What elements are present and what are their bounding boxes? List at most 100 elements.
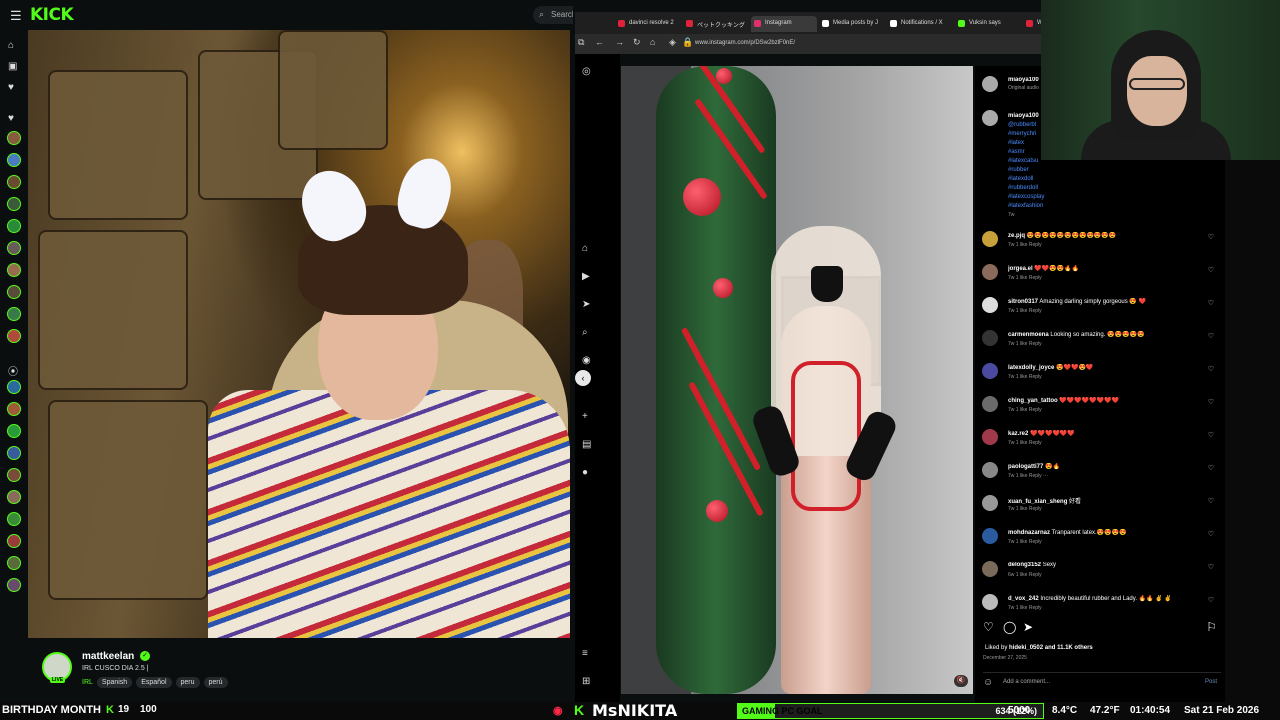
mute-icon[interactable]: 🔇 [954, 675, 968, 687]
like-heart-icon[interactable]: ♡ [1208, 266, 1214, 274]
emoji-picker-icon[interactable]: ☺ [983, 677, 993, 688]
explore-icon[interactable]: ◉ [582, 355, 591, 366]
comment-meta[interactable]: 7w 1 like Reply [1008, 308, 1042, 314]
comment-meta[interactable]: 7w 1 like Reply [1008, 374, 1042, 380]
recommended-channel-avatar[interactable] [7, 424, 21, 438]
stream-video-player[interactable] [28, 30, 570, 638]
recommended-channel-avatar[interactable] [7, 402, 21, 416]
modal-backdrop[interactable] [600, 54, 620, 702]
followed-channel-avatar[interactable] [7, 285, 21, 299]
like-heart-icon[interactable]: ♡ [1208, 299, 1214, 307]
avatar[interactable] [982, 76, 998, 92]
stream-tag[interactable]: perú [203, 677, 228, 688]
followed-channel-avatar[interactable] [7, 219, 21, 233]
search-icon[interactable]: ⌕ [582, 327, 588, 338]
post-date[interactable]: December 27, 2025 [983, 655, 1027, 661]
reels-icon[interactable]: ▶ [582, 271, 590, 282]
comment-icon[interactable]: ◯ [1003, 620, 1016, 634]
also-from-meta-icon[interactable]: ⊞ [582, 676, 590, 687]
comment-meta[interactable]: 7w 1 like Reply [1008, 407, 1042, 413]
recommended-channel-avatar[interactable] [7, 468, 21, 482]
tab-sidebar-icon[interactable]: ▭ [597, 16, 611, 32]
like-heart-icon[interactable]: ♡ [1208, 596, 1214, 604]
kick-search-input[interactable]: ⌕ Search [533, 6, 573, 24]
like-heart-icon[interactable]: ♡ [1208, 563, 1214, 571]
browser-tab[interactable]: davinci resolve 2 [615, 16, 681, 32]
comment-meta[interactable]: 6w 1 like Reply [1008, 572, 1042, 578]
recommended-channel-avatar[interactable] [7, 446, 21, 460]
comment-meta[interactable]: 7w 1 like Reply [1008, 605, 1042, 611]
url-field[interactable]: www.instagram.com/p/DSw2bzlF0nE/ [693, 38, 1033, 50]
comment-meta[interactable]: 7w 1 like Reply [1008, 341, 1042, 347]
followed-channel-avatar[interactable] [7, 175, 21, 189]
streamer-name[interactable]: mattkeelan [82, 651, 134, 662]
browser-tab[interactable]: ペットクッキング [683, 16, 749, 32]
avatar[interactable] [982, 462, 998, 478]
hashtag-link[interactable]: #latexfashion [1008, 202, 1068, 211]
followed-channel-avatar[interactable] [7, 131, 21, 145]
liked-by[interactable]: Liked by hideki_0502 and 11.1K others [985, 645, 1093, 651]
share-icon[interactable]: ➤ [1023, 620, 1033, 634]
comment-meta[interactable]: 7w 1 like Reply [1008, 242, 1042, 248]
like-heart-icon[interactable]: ♡ [1208, 365, 1214, 373]
hashtag-link[interactable]: #rubber [1008, 166, 1068, 175]
avatar[interactable] [982, 330, 998, 346]
like-heart-icon[interactable]: ♡ [1208, 464, 1214, 472]
comment-meta[interactable]: 7w 1 like Reply [1008, 539, 1042, 545]
comment-meta[interactable]: 7w 1 like Reply [1008, 275, 1042, 281]
avatar[interactable] [982, 495, 998, 511]
recommended-channel-avatar[interactable] [7, 512, 21, 526]
browser-tab[interactable]: Media posts by J [819, 16, 885, 32]
stream-tag[interactable]: Spanish [96, 677, 133, 688]
browse-icon[interactable]: ▣ [8, 61, 17, 72]
liked-by-others[interactable]: and 11.1K others [1045, 645, 1093, 651]
like-heart-icon[interactable]: ♡ [1208, 431, 1214, 439]
reload-button[interactable]: ↻ [633, 37, 641, 48]
sidebar-toggle-icon[interactable]: ⧉ [578, 37, 584, 48]
recommended-channel-avatar[interactable] [7, 534, 21, 548]
followed-channel-avatar[interactable] [7, 307, 21, 321]
like-heart-icon[interactable]: ♡ [1208, 233, 1214, 241]
browser-tab[interactable]: Notifications / X [887, 16, 953, 32]
like-heart-icon[interactable]: ♡ [1208, 332, 1214, 340]
browser-tab-active[interactable]: Instagram [751, 16, 817, 32]
hashtag-link[interactable]: #rubberdoll [1008, 184, 1068, 193]
kick-logo[interactable]: KICK [30, 5, 74, 25]
more-menu-icon[interactable]: ≡ [582, 648, 588, 659]
followed-channel-avatar[interactable] [7, 197, 21, 211]
followed-channel-avatar[interactable] [7, 153, 21, 167]
hashtag-link[interactable]: #latexcosplay [1008, 193, 1068, 202]
profile-icon[interactable]: ● [582, 467, 588, 478]
stream-category[interactable]: IRL [82, 679, 93, 686]
instagram-logo-icon[interactable]: ◎ [582, 66, 591, 77]
browser-tab[interactable]: W [1023, 16, 1041, 32]
recommended-channel-avatar[interactable] [7, 556, 21, 570]
post-media[interactable] [621, 66, 973, 694]
home-icon[interactable]: ⌂ [8, 40, 14, 51]
avatar[interactable] [982, 396, 998, 412]
recommended-channel-avatar[interactable] [7, 380, 21, 394]
avatar[interactable] [982, 264, 998, 280]
liked-by-user[interactable]: hideki_0502 [1009, 645, 1043, 651]
avatar[interactable] [982, 594, 998, 610]
like-heart-icon[interactable]: ♡ [1208, 530, 1214, 538]
back-button[interactable]: ← [595, 37, 604, 47]
stream-tag[interactable]: peru [175, 677, 200, 688]
avatar[interactable] [982, 231, 998, 247]
home-icon[interactable]: ⌂ [582, 243, 588, 254]
comment-input[interactable]: Add a comment... [1003, 679, 1050, 685]
dashboard-icon[interactable]: ▤ [582, 439, 591, 450]
stream-tag[interactable]: Español [136, 677, 172, 688]
post-comment-button[interactable]: Post [1205, 679, 1217, 685]
avatar[interactable] [982, 429, 998, 445]
hashtag-link[interactable]: #latexdoll [1008, 175, 1068, 184]
previous-post-button[interactable]: ‹ [575, 370, 591, 386]
avatar[interactable] [982, 297, 998, 313]
avatar[interactable] [982, 110, 998, 126]
lock-icon[interactable]: 🔒 [682, 37, 693, 48]
shield-icon[interactable]: ◈ [669, 37, 676, 48]
avatar[interactable] [982, 363, 998, 379]
forward-button[interactable]: → [615, 37, 624, 47]
recommended-channel-avatar[interactable] [7, 578, 21, 592]
recommended-channel-avatar[interactable] [7, 490, 21, 504]
